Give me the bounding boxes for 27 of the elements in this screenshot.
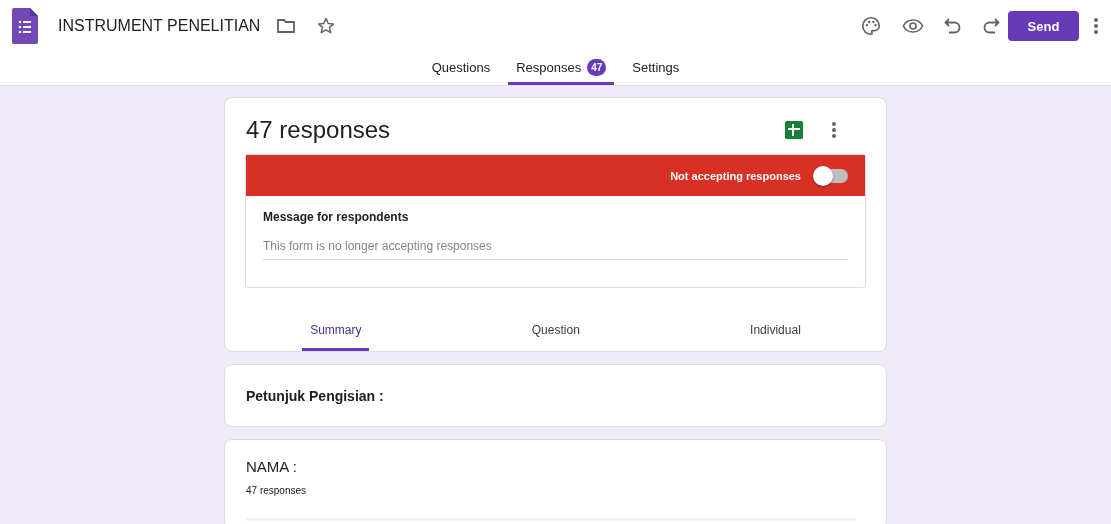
- tab[interactable]: Settings: [624, 52, 688, 85]
- count-badge: 47: [587, 58, 607, 76]
- section-title: Petunjuk Pengisian :: [246, 387, 384, 404]
- message-field[interactable]: This form is no longer accepting responses: [263, 233, 848, 260]
- spreadsheet-icon[interactable]: [785, 121, 803, 139]
- response-count: 47 responses: [246, 485, 308, 496]
- send-button[interactable]: Send: [1008, 11, 1079, 41]
- forms-logo-icon[interactable]: [12, 8, 38, 44]
- tab[interactable]: Questions: [423, 52, 499, 85]
- accepting-toggle[interactable]: [815, 168, 848, 183]
- star-icon[interactable]: [316, 16, 337, 36]
- message-label: Message for respondents: [263, 210, 409, 224]
- view-tab[interactable]: Question: [523, 317, 588, 351]
- preview-eye-icon[interactable]: [902, 18, 924, 34]
- view-tab[interactable]: Summary: [302, 317, 370, 351]
- palette-icon[interactable]: [860, 15, 882, 37]
- accepting-label: Not accepting responses: [670, 169, 801, 182]
- tab[interactable]: Responses 47: [508, 52, 615, 85]
- undo-icon[interactable]: [944, 17, 962, 35]
- more-menu-icon[interactable]: [831, 121, 837, 139]
- question-title: NAMA :: [246, 458, 297, 475]
- redo-icon[interactable]: [982, 17, 1000, 35]
- more-menu-icon[interactable]: [1093, 17, 1099, 35]
- responses-count-title: 47 responses: [246, 116, 392, 144]
- form-title[interactable]: INSTRUMENT PENELITIAN: [58, 17, 261, 35]
- view-tab[interactable]: Individual: [742, 317, 809, 351]
- folder-icon[interactable]: [276, 18, 297, 34]
